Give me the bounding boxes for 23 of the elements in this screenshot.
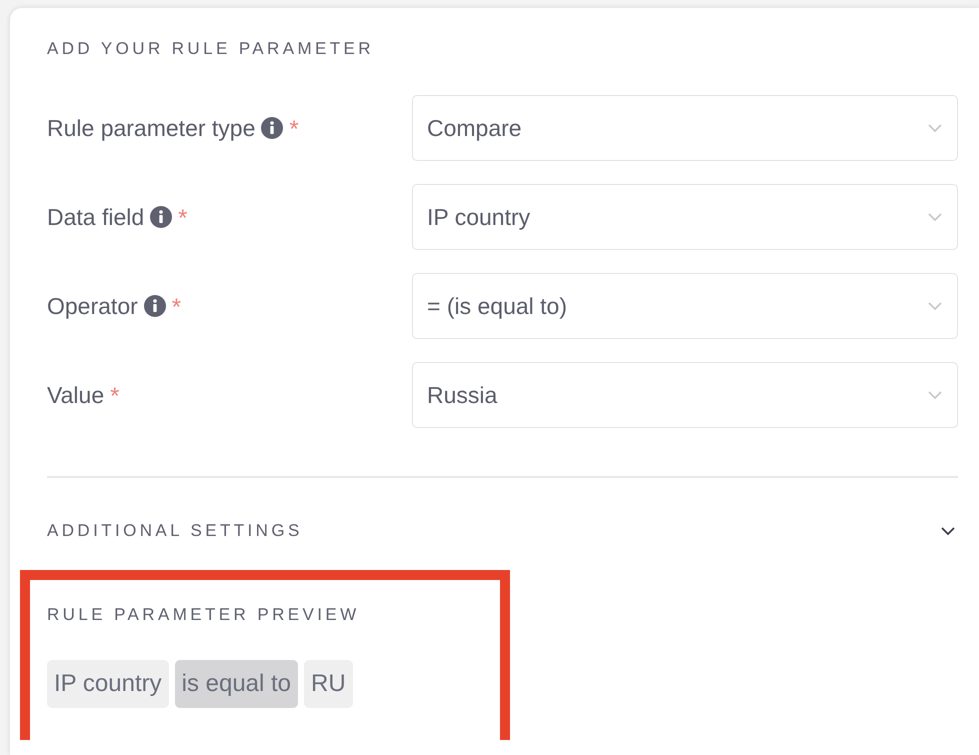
required-mark: * [110, 385, 120, 409]
required-mark: * [289, 118, 299, 142]
chevron-down-icon [927, 212, 943, 222]
select-field[interactable]: = (is equal to) [412, 273, 958, 339]
chevron-down-icon [927, 123, 943, 133]
preview-token: IP country [47, 660, 169, 708]
select-field[interactable]: Compare [412, 95, 958, 161]
chevron-icon [940, 526, 956, 536]
field-label: Value [47, 382, 104, 408]
field-label: Rule parameter type [47, 114, 256, 142]
select-field[interactable]: Russia [412, 362, 958, 428]
preview-token: RU [304, 660, 353, 708]
required-mark: * [172, 296, 182, 320]
section-title: ADD YOUR RULE PARAMETER [47, 38, 375, 60]
chevron-down-icon [927, 390, 943, 400]
chevron-down-icon [927, 301, 943, 311]
field-label: Operator [47, 292, 138, 320]
select-field[interactable]: IP country [412, 184, 958, 250]
section-title: RULE PARAMETER PREVIEW [47, 604, 361, 626]
required-mark: * [178, 207, 188, 231]
preview-token: is equal to [174, 660, 298, 708]
field-label: Data field [47, 204, 144, 230]
section-title[interactable]: ADDITIONAL SETTINGS [47, 520, 303, 542]
